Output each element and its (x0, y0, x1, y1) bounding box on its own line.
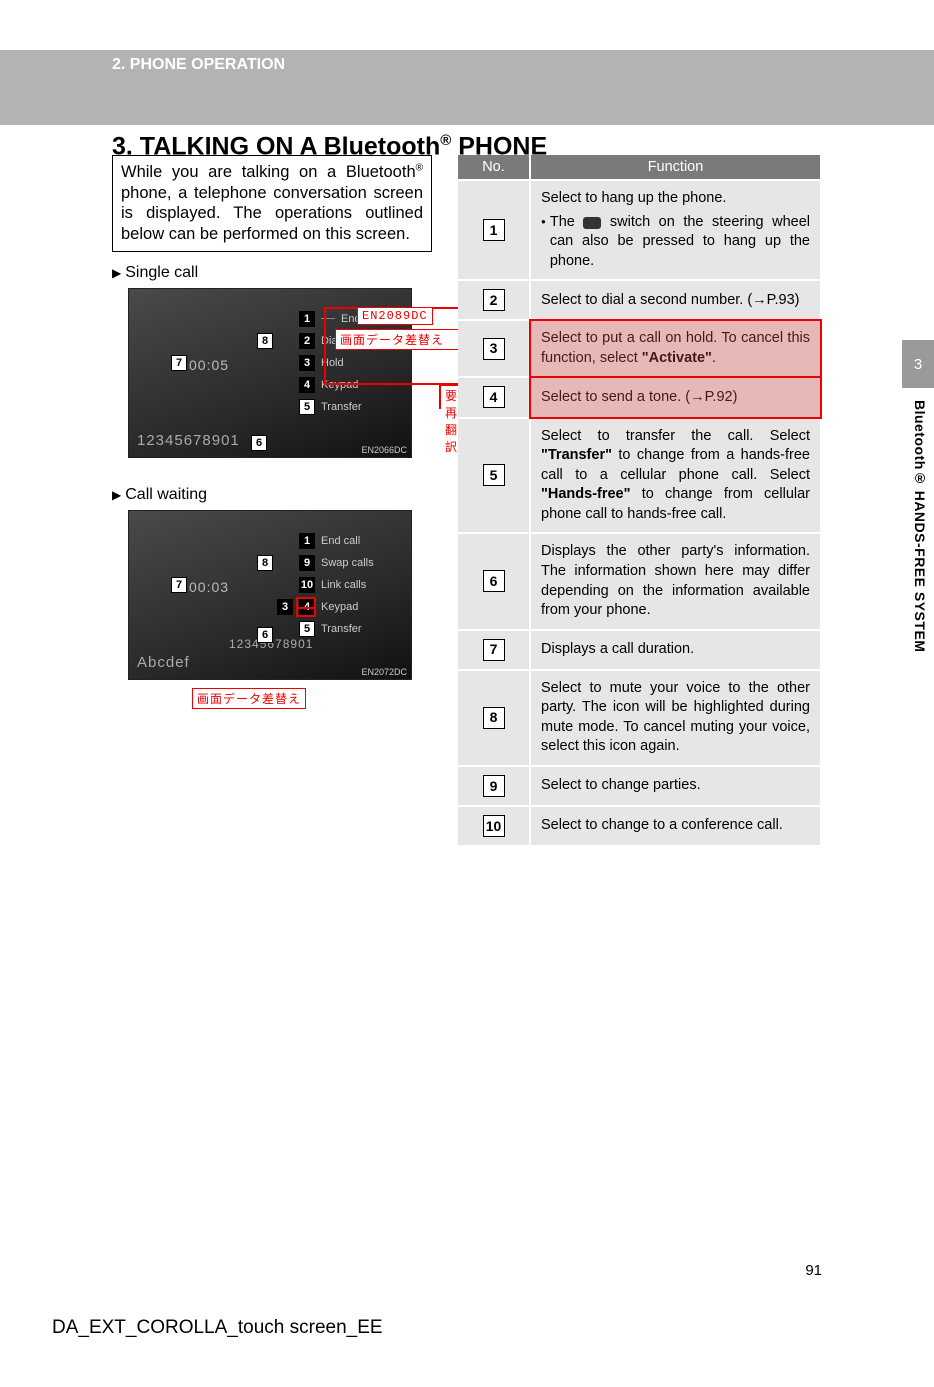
table-row: 8 Select to mute your voice to the other… (458, 670, 820, 766)
marker-10: 10 (299, 577, 315, 593)
table-row: 2 Select to dial a second number. (→P.93… (458, 280, 820, 320)
marker-1: 1 (299, 311, 315, 327)
marker-8b: 8 (257, 555, 273, 571)
marker-9: 9 (299, 555, 315, 571)
table-row: 10 Select to change to a conference call… (458, 806, 820, 846)
page-number: 91 (805, 1262, 822, 1279)
row-num-3: 3 (483, 338, 505, 360)
row1-line1: Select to hang up the phone. (541, 189, 810, 209)
table-row: 6 Displays the other party's information… (458, 533, 820, 629)
row10-text: Select to change to a conference call. (530, 806, 820, 846)
call-waiting-screenshot: 7 00:03 12345678901 Abcdef 8 6 3 1End ca… (128, 510, 412, 680)
registered-mark: ® (440, 132, 451, 149)
call-waiting-heading: Call waiting (112, 486, 432, 504)
intro-post: phone, a telephone conversation screen i… (121, 184, 423, 243)
table-row: 3 Select to put a call on hold. To cance… (458, 320, 820, 377)
strike-line (296, 607, 316, 609)
document-id: DA_EXT_COROLLA_touch screen_EE (52, 1317, 383, 1339)
table-row: 4 Select to send a tone. (→P.92) (458, 377, 820, 417)
annotation-code: EN2089DC (357, 307, 433, 325)
image-id: EN2066DC (361, 445, 407, 455)
keypad-label-b: Keypad (321, 601, 358, 613)
marker-5: 5 (299, 399, 315, 415)
marker-2: 2 (299, 333, 315, 349)
function-table: No. Function 1 Select to hang up the pho… (458, 155, 820, 847)
row5-b2: "Hands-free" (541, 486, 631, 502)
row2-text: Select to dial a second number. (→P.93) (530, 280, 820, 320)
row8-text: Select to mute your voice to the other p… (530, 670, 820, 766)
marker-6: 6 (251, 435, 267, 451)
col-function: Function (530, 155, 820, 180)
marker-1b: 1 (299, 533, 315, 549)
chapter-tab: 3 (902, 340, 934, 388)
intro-sup: ® (416, 163, 423, 174)
marker-5b: 5 (299, 621, 315, 637)
row-num-5: 5 (483, 464, 505, 486)
row-num-2: 2 (483, 289, 505, 311)
header-band: 2. PHONE OPERATION 3. TALKING ON A Bluet… (0, 50, 934, 125)
marker-3b: 3 (277, 599, 293, 615)
annotation-jp-3: 画面データ差替え (192, 688, 306, 709)
table-row: 1 Select to hang up the phone. The switc… (458, 180, 820, 280)
row-num-7: 7 (483, 639, 505, 661)
marker-4: 4 (299, 377, 315, 393)
call-timer: 00:05 (189, 357, 229, 373)
hangup-switch-icon (583, 217, 601, 229)
end-call-label-b: End call (321, 535, 360, 547)
row4-text: Select to send a tone. (→P.92) (541, 389, 737, 405)
row-num-4: 4 (483, 386, 505, 408)
side-label: Bluetooth® HANDS-FREE SYSTEM (912, 400, 928, 652)
row5-b1: "Transfer" (541, 447, 612, 463)
call-timer-b: 00:03 (189, 579, 229, 595)
image-id-b: EN2072DC (361, 667, 407, 677)
table-row: 9 Select to change parties. (458, 766, 820, 806)
table-row: 7 Displays a call duration. (458, 630, 820, 670)
row-num-1: 1 (483, 219, 505, 241)
row1-bullet-pre: The (550, 214, 584, 230)
intro-box: While you are talking on a Bluetooth® ph… (112, 155, 432, 252)
col-no: No. (458, 155, 530, 180)
marker-3: 3 (299, 355, 315, 371)
single-call-heading: Single call (112, 264, 432, 282)
row5-pre: Select to transfer the call. Select (541, 428, 810, 444)
row-num-10: 10 (483, 815, 505, 837)
highlight-row3 (529, 319, 822, 378)
row7-text: Displays a call duration. (530, 630, 820, 670)
row-num-8: 8 (483, 707, 505, 729)
transfer-label: Transfer (321, 401, 362, 413)
marker-6b: 6 (257, 627, 273, 643)
intro-pre: While you are talking on a Bluetooth (121, 163, 416, 181)
single-call-screenshot: 7 00:05 6 12345678901 8 1End call 2Dial … (128, 288, 412, 458)
table-row: 5 Select to transfer the call. Select "T… (458, 418, 820, 534)
marker-7b: 7 (171, 577, 187, 593)
marker-8: 8 (257, 333, 273, 349)
row-num-9: 9 (483, 775, 505, 797)
swap-label: Swap calls (321, 557, 374, 569)
row3-bold: "Activate" (642, 350, 712, 366)
marker-7: 7 (171, 355, 187, 371)
phone-number: 12345678901 (137, 432, 240, 449)
row9-text: Select to change parties. (530, 766, 820, 806)
section-label: 2. PHONE OPERATION (112, 56, 934, 74)
contact-name: Abcdef (137, 654, 190, 671)
row-num-6: 6 (483, 570, 505, 592)
link-label: Link calls (321, 579, 366, 591)
row6-text: Displays the other party's information. … (530, 533, 820, 629)
transfer-label-b: Transfer (321, 623, 362, 635)
bullet-icon (541, 213, 546, 272)
row3-post: . (712, 350, 716, 366)
